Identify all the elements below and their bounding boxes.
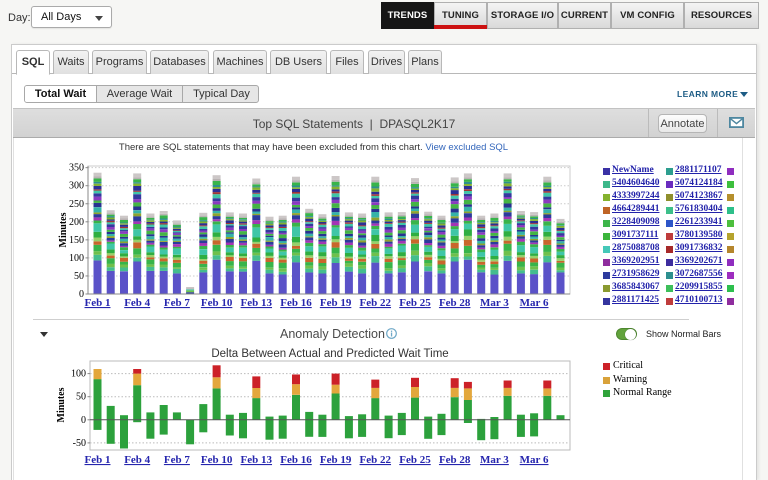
- svg-text:50: 50: [76, 392, 86, 403]
- svg-text:Feb 25: Feb 25: [399, 297, 431, 309]
- svg-text:Feb 1: Feb 1: [85, 297, 111, 309]
- svg-text:Mar 3: Mar 3: [480, 297, 509, 309]
- svg-text:Feb 16: Feb 16: [280, 454, 312, 466]
- svg-text:200: 200: [69, 217, 84, 228]
- svg-text:Feb 13: Feb 13: [241, 454, 273, 466]
- svg-text:300: 300: [69, 181, 84, 192]
- svg-text:Mar 6: Mar 6: [520, 297, 549, 309]
- svg-text:Minutes: Minutes: [58, 212, 69, 247]
- svg-text:Feb 25: Feb 25: [399, 454, 431, 466]
- svg-text:Mar 6: Mar 6: [520, 454, 549, 466]
- svg-text:Feb 19: Feb 19: [320, 297, 352, 309]
- svg-text:0: 0: [79, 289, 84, 300]
- svg-text:Feb 10: Feb 10: [201, 297, 233, 309]
- svg-text:100: 100: [69, 253, 84, 264]
- svg-text:Feb 7: Feb 7: [164, 454, 190, 466]
- svg-text:Feb 16: Feb 16: [280, 297, 312, 309]
- svg-text:Feb 10: Feb 10: [201, 454, 233, 466]
- svg-text:Feb 4: Feb 4: [124, 454, 150, 466]
- svg-text:Feb 28: Feb 28: [439, 454, 471, 466]
- svg-text:Feb 13: Feb 13: [241, 297, 273, 309]
- svg-text:Mar 3: Mar 3: [480, 454, 509, 466]
- svg-text:Feb 28: Feb 28: [439, 297, 471, 309]
- svg-text:350: 350: [69, 163, 84, 174]
- svg-text:Feb 22: Feb 22: [360, 454, 392, 466]
- svg-text:250: 250: [69, 199, 84, 210]
- svg-text:Feb 4: Feb 4: [124, 297, 150, 309]
- svg-text:Feb 7: Feb 7: [164, 297, 190, 309]
- svg-text:150: 150: [69, 235, 84, 246]
- svg-text:-50: -50: [73, 438, 86, 449]
- svg-text:50: 50: [74, 271, 84, 282]
- svg-text:Feb 22: Feb 22: [360, 297, 392, 309]
- svg-text:100: 100: [71, 369, 86, 380]
- svg-text:Delta Between Actual and Predi: Delta Between Actual and Predicted Wait …: [211, 348, 448, 360]
- svg-text:Minutes: Minutes: [56, 387, 67, 422]
- svg-text:Feb 19: Feb 19: [320, 454, 352, 466]
- svg-text:Feb 1: Feb 1: [85, 454, 111, 466]
- svg-text:0: 0: [81, 415, 86, 426]
